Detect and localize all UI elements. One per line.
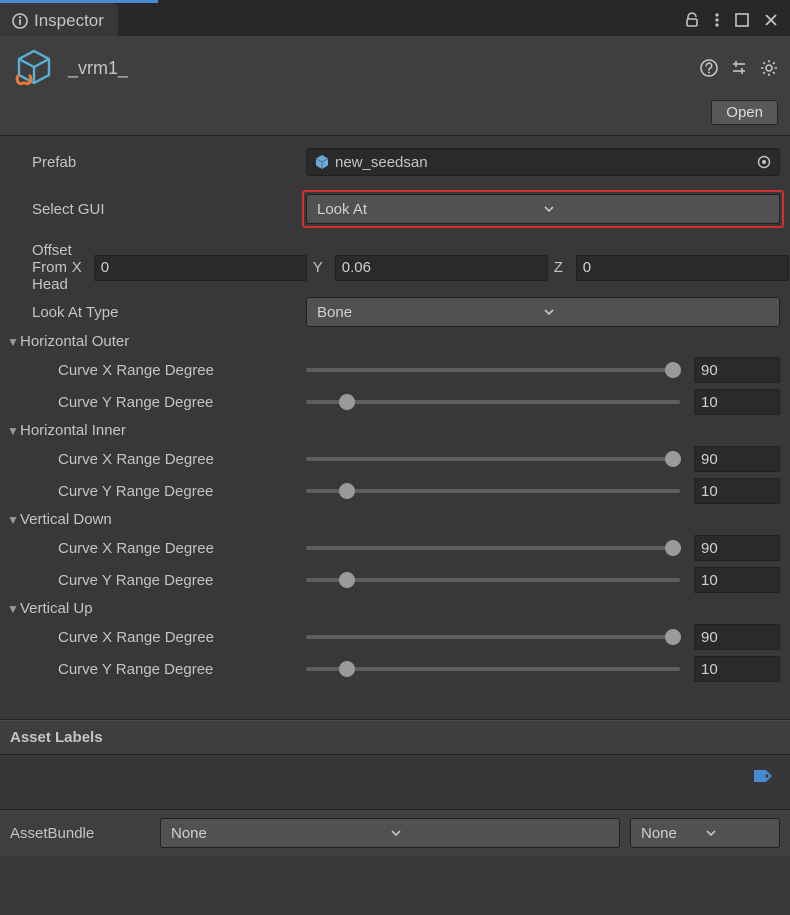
foldout-title: Vertical Up bbox=[20, 600, 93, 617]
offset-y-input[interactable] bbox=[335, 255, 548, 281]
slider-row: Curve X Range Degree bbox=[0, 443, 790, 475]
asset-header: _vrm1_ Open bbox=[0, 36, 790, 136]
prefab-value: new_seedsan bbox=[335, 154, 753, 171]
slider-label: Curve X Range Degree bbox=[10, 540, 306, 557]
add-label-button[interactable] bbox=[750, 765, 780, 787]
slider-row: Curve Y Range Degree bbox=[0, 386, 790, 418]
z-label: Z bbox=[554, 259, 570, 276]
slider-value-input[interactable] bbox=[694, 567, 780, 593]
range-slider[interactable] bbox=[306, 538, 680, 558]
close-icon[interactable] bbox=[764, 13, 778, 27]
slider-value-input[interactable] bbox=[694, 389, 780, 415]
x-label: X bbox=[72, 259, 88, 276]
chevron-down-icon bbox=[390, 827, 609, 839]
asset-bundle-label: AssetBundle bbox=[10, 825, 150, 842]
asset-bundle-main-value: None bbox=[171, 825, 390, 842]
slider-label: Curve Y Range Degree bbox=[10, 394, 306, 411]
range-slider[interactable] bbox=[306, 360, 680, 380]
foldout-header[interactable]: ▼Horizontal Inner bbox=[0, 418, 790, 443]
offset-from-head-row: Offset From Head X Y Z bbox=[0, 240, 790, 295]
prefab-label: Prefab bbox=[10, 154, 306, 171]
kebab-menu-icon[interactable] bbox=[714, 12, 720, 28]
select-gui-dropdown[interactable]: Look At bbox=[306, 194, 780, 224]
slider-row: Curve X Range Degree bbox=[0, 354, 790, 386]
offset-from-head-label: Offset From Head bbox=[10, 242, 72, 293]
slider-value-input[interactable] bbox=[694, 535, 780, 561]
foldout-header[interactable]: ▼Horizontal Outer bbox=[0, 329, 790, 354]
help-icon[interactable] bbox=[700, 59, 718, 77]
tab-title: Inspector bbox=[34, 11, 104, 31]
y-label: Y bbox=[313, 259, 329, 276]
asset-bundle-variant-value: None bbox=[641, 825, 705, 842]
asset-labels-header[interactable]: Asset Labels bbox=[0, 720, 790, 755]
maximize-icon[interactable] bbox=[734, 12, 750, 28]
range-slider[interactable] bbox=[306, 570, 680, 590]
asset-type-icon bbox=[12, 46, 56, 90]
gear-icon[interactable] bbox=[760, 59, 778, 77]
slider-label: Curve Y Range Degree bbox=[10, 572, 306, 589]
slider-row: Curve X Range Degree bbox=[0, 532, 790, 564]
range-slider[interactable] bbox=[306, 392, 680, 412]
slider-value-input[interactable] bbox=[694, 656, 780, 682]
asset-bundle-variant-dropdown[interactable]: None bbox=[630, 818, 780, 848]
foldout-triangle-icon: ▼ bbox=[6, 424, 20, 438]
slider-label: Curve X Range Degree bbox=[10, 362, 306, 379]
select-gui-value: Look At bbox=[317, 201, 543, 218]
look-at-type-label: Look At Type bbox=[10, 304, 306, 321]
range-slider[interactable] bbox=[306, 659, 680, 679]
look-at-type-dropdown[interactable]: Bone bbox=[306, 297, 780, 327]
slider-row: Curve Y Range Degree bbox=[0, 475, 790, 507]
slider-value-input[interactable] bbox=[694, 446, 780, 472]
open-button[interactable]: Open bbox=[711, 100, 778, 125]
inspector-tab[interactable]: Inspector bbox=[0, 3, 118, 36]
tab-bar: Inspector bbox=[0, 0, 790, 36]
prefab-field[interactable]: new_seedsan bbox=[306, 148, 780, 176]
foldout-header[interactable]: ▼Vertical Down bbox=[0, 507, 790, 532]
foldout-triangle-icon: ▼ bbox=[6, 513, 20, 527]
asset-bundle-main-dropdown[interactable]: None bbox=[160, 818, 620, 848]
prefab-icon bbox=[313, 153, 331, 171]
slider-label: Curve X Range Degree bbox=[10, 451, 306, 468]
object-picker-icon[interactable] bbox=[753, 151, 775, 173]
presets-icon[interactable] bbox=[730, 59, 748, 77]
slider-label: Curve X Range Degree bbox=[10, 629, 306, 646]
look-at-type-value: Bone bbox=[317, 304, 543, 321]
slider-label: Curve Y Range Degree bbox=[10, 483, 306, 500]
inspector-body: Prefab new_seedsan Select GUI Look At bbox=[0, 146, 790, 856]
offset-x-input[interactable] bbox=[94, 255, 307, 281]
offset-z-input[interactable] bbox=[576, 255, 789, 281]
info-icon bbox=[12, 13, 28, 29]
foldout-title: Horizontal Outer bbox=[20, 333, 129, 350]
foldout-triangle-icon: ▼ bbox=[6, 602, 20, 616]
asset-name: _vrm1_ bbox=[68, 58, 128, 79]
range-slider[interactable] bbox=[306, 481, 680, 501]
foldout-header[interactable]: ▼Vertical Up bbox=[0, 596, 790, 621]
look-at-type-row: Look At Type Bone bbox=[0, 295, 790, 329]
slider-row: Curve Y Range Degree bbox=[0, 653, 790, 685]
chevron-down-icon bbox=[543, 203, 769, 215]
chevron-down-icon bbox=[543, 306, 769, 318]
foldout-title: Vertical Down bbox=[20, 511, 112, 528]
slider-label: Curve Y Range Degree bbox=[10, 661, 306, 678]
active-tab-indicator bbox=[0, 0, 158, 3]
select-gui-highlight: Look At bbox=[302, 190, 784, 228]
slider-row: Curve X Range Degree bbox=[0, 621, 790, 653]
foldout-triangle-icon: ▼ bbox=[6, 335, 20, 349]
slider-value-input[interactable] bbox=[694, 357, 780, 383]
range-slider[interactable] bbox=[306, 449, 680, 469]
select-gui-label: Select GUI bbox=[10, 201, 306, 218]
lock-icon[interactable] bbox=[684, 12, 700, 28]
range-slider[interactable] bbox=[306, 627, 680, 647]
select-gui-row: Select GUI Look At bbox=[0, 188, 790, 230]
asset-bundle-row: AssetBundle None None bbox=[0, 809, 790, 856]
foldout-title: Horizontal Inner bbox=[20, 422, 126, 439]
chevron-down-icon bbox=[705, 827, 769, 839]
asset-labels-body bbox=[0, 755, 790, 809]
slider-value-input[interactable] bbox=[694, 624, 780, 650]
prefab-row: Prefab new_seedsan bbox=[0, 146, 790, 178]
slider-row: Curve Y Range Degree bbox=[0, 564, 790, 596]
slider-value-input[interactable] bbox=[694, 478, 780, 504]
